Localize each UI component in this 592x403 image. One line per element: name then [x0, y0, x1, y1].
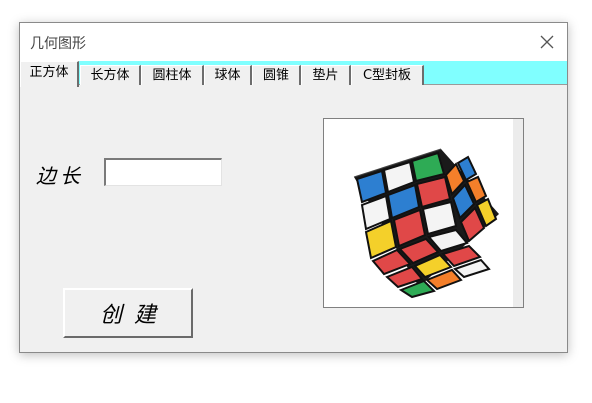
- close-icon[interactable]: [535, 30, 559, 54]
- tab-cuboid[interactable]: 长方体: [80, 65, 141, 85]
- tab-strip: 正方体 长方体 圆柱体 球体 圆锥 垫片 C型封板: [20, 61, 567, 87]
- dialog-window: 几何图形 正方体 长方体 圆柱体 球体 圆锥 垫片 C型封板 边长 创建: [19, 22, 568, 353]
- tab-c-type-plate[interactable]: C型封板: [351, 65, 424, 85]
- rubiks-cube-image: [323, 118, 524, 308]
- tab-gasket[interactable]: 垫片: [301, 65, 351, 85]
- tab-cube[interactable]: 正方体: [20, 61, 79, 87]
- window-title: 几何图形: [30, 36, 86, 52]
- side-length-input[interactable]: [104, 158, 222, 186]
- create-button[interactable]: 创建: [63, 288, 193, 338]
- tab-sphere[interactable]: 球体: [204, 65, 252, 85]
- title-bar[interactable]: 几何图形: [20, 23, 567, 61]
- tab-cylinder[interactable]: 圆柱体: [141, 65, 204, 85]
- side-length-label: 边长: [36, 164, 84, 188]
- tab-cone[interactable]: 圆锥: [252, 65, 301, 85]
